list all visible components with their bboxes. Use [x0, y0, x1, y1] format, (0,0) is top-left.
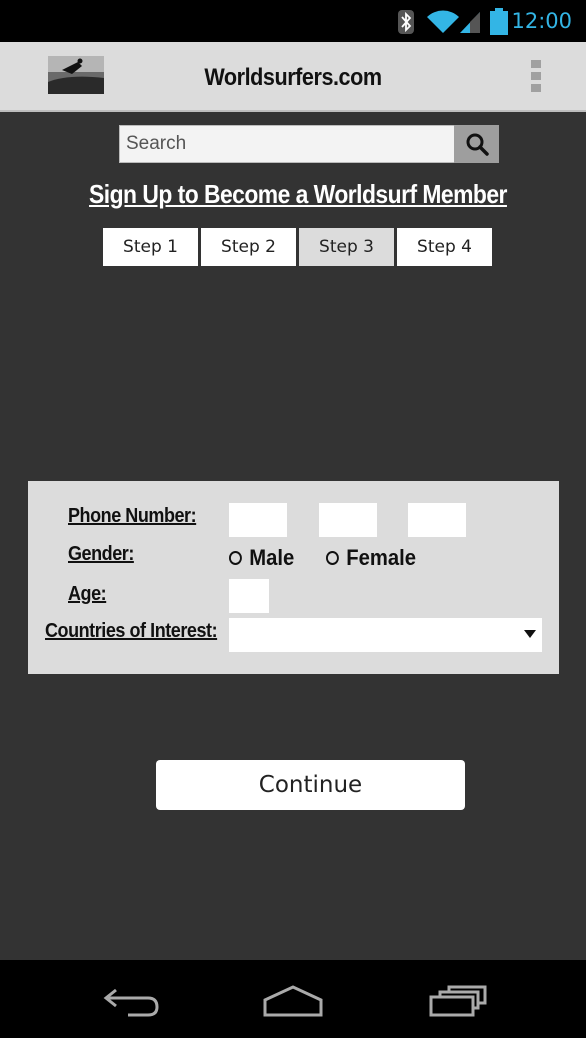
tab-step-4[interactable]: Step 4: [397, 228, 492, 266]
status-bar: 12:00: [0, 0, 586, 42]
dropdown-arrow-icon: [524, 630, 536, 638]
overflow-menu-icon[interactable]: [531, 60, 541, 96]
wifi-icon: [427, 10, 459, 33]
back-icon[interactable]: [102, 984, 160, 1018]
page-title: Sign Up to Become a Worldsurf Member: [89, 179, 507, 209]
battery-icon: [490, 8, 508, 35]
countries-select[interactable]: [229, 618, 542, 652]
age-label: Age:: [68, 583, 107, 605]
gender-label: Gender:: [68, 543, 134, 565]
navigation-bar: [0, 960, 586, 1038]
age-field[interactable]: [229, 579, 269, 613]
phone-label: Phone Number:: [68, 505, 197, 527]
signup-form: Phone Number: Gender: Male Female Age: C…: [28, 481, 559, 674]
gender-male-radio[interactable]: Male: [229, 545, 294, 571]
radio-circle-icon: [326, 551, 339, 565]
tab-step-2[interactable]: Step 2: [201, 228, 296, 266]
recent-apps-icon[interactable]: [428, 984, 488, 1018]
app-bar: Worldsurfers.com: [0, 42, 586, 112]
tab-step-1[interactable]: Step 1: [103, 228, 198, 266]
radio-circle-icon: [229, 551, 242, 565]
search-box: [119, 125, 455, 163]
phone-area-code-field[interactable]: [229, 503, 287, 537]
tab-step-3[interactable]: Step 3: [299, 228, 394, 266]
app-title: Worldsurfers.com: [204, 64, 382, 91]
step-tabs: Step 1 Step 2 Step 3 Step 4: [103, 228, 492, 266]
countries-label: Countries of Interest:: [45, 620, 218, 642]
gender-female-label: Female: [346, 545, 417, 570]
phone-prefix-field[interactable]: [319, 503, 377, 537]
gender-male-label: Male: [249, 545, 295, 570]
search-icon: [466, 133, 489, 156]
search-button[interactable]: [454, 125, 499, 163]
home-icon[interactable]: [262, 984, 324, 1018]
main-content: Sign Up to Become a Worldsurf Member Ste…: [0, 112, 586, 960]
bluetooth-icon: [398, 10, 414, 34]
phone-line-field[interactable]: [408, 503, 466, 537]
search-input[interactable]: [120, 126, 454, 162]
continue-button[interactable]: Continue: [156, 760, 465, 810]
signal-icon: [460, 12, 480, 33]
gender-female-radio[interactable]: Female: [326, 545, 416, 571]
status-time: 12:00: [511, 9, 572, 33]
